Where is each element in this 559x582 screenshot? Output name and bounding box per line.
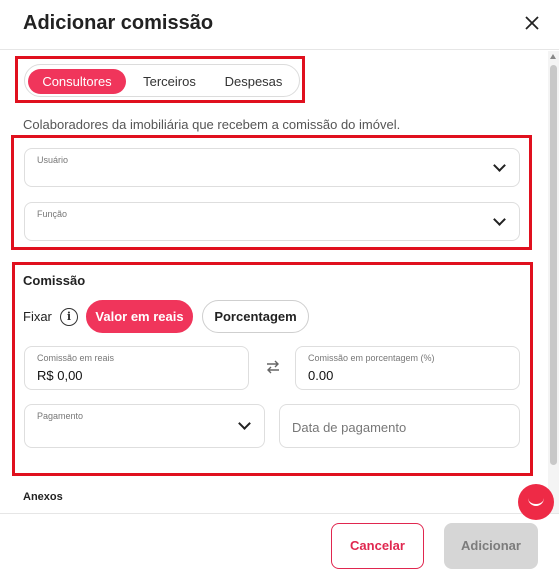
usuario-select[interactable]: Usuário bbox=[24, 148, 520, 187]
valor-em-reais-button[interactable]: Valor em reais bbox=[86, 300, 193, 333]
usuario-label: Usuário bbox=[37, 155, 69, 165]
chevron-down-icon bbox=[493, 159, 506, 172]
category-tabs: Consultores Terceiros Despesas bbox=[24, 64, 300, 97]
modal-header: Adicionar comissão bbox=[0, 0, 559, 50]
info-icon[interactable]: i bbox=[60, 308, 78, 326]
tab-despesas[interactable]: Despesas bbox=[216, 69, 291, 94]
scroll-up-icon[interactable] bbox=[550, 54, 556, 59]
fixar-label: Fixar bbox=[23, 309, 52, 324]
comissao-reais-value: R$ 0,00 bbox=[37, 368, 83, 383]
comissao-reais-input[interactable]: Comissão em reais R$ 0,00 bbox=[24, 346, 249, 390]
chat-smile-icon bbox=[528, 497, 544, 506]
comissao-porcentagem-value: 0.00 bbox=[308, 368, 334, 383]
tab-consultores[interactable]: Consultores bbox=[28, 69, 126, 94]
scrollbar-thumb[interactable] bbox=[550, 65, 557, 465]
description-text: Colaboradores da imobiliária que recebem… bbox=[23, 117, 401, 132]
pagamento-select[interactable]: Pagamento bbox=[24, 404, 265, 448]
scrollbar[interactable] bbox=[548, 51, 559, 513]
chevron-down-icon bbox=[238, 417, 251, 430]
porcentagem-button[interactable]: Porcentagem bbox=[202, 300, 309, 333]
comissao-porcentagem-input[interactable]: Comissão em porcentagem (%) 0.00 bbox=[295, 346, 520, 390]
tab-terceiros[interactable]: Terceiros bbox=[133, 69, 206, 94]
commission-title: Comissão bbox=[23, 273, 86, 288]
funcao-select[interactable]: Função bbox=[24, 202, 520, 241]
swap-arrows-icon bbox=[267, 360, 279, 374]
close-icon[interactable] bbox=[523, 14, 541, 32]
add-commission-modal: Adicionar comissão Consultores Terceiros… bbox=[0, 0, 559, 582]
add-button[interactable]: Adicionar bbox=[444, 523, 538, 569]
comissao-porcentagem-label: Comissão em porcentagem (%) bbox=[308, 353, 435, 363]
modal-title: Adicionar comissão bbox=[23, 12, 214, 34]
chevron-down-icon bbox=[493, 213, 506, 226]
data-pagamento-placeholder: Data de pagamento bbox=[292, 420, 407, 435]
chat-icon[interactable] bbox=[518, 484, 554, 520]
comissao-reais-label: Comissão em reais bbox=[37, 353, 115, 363]
anexos-title: Anexos bbox=[23, 491, 63, 503]
pagamento-label: Pagamento bbox=[37, 411, 84, 421]
funcao-label: Função bbox=[37, 209, 68, 219]
modal-footer: Cancelar Adicionar bbox=[0, 513, 559, 582]
modal-content: Consultores Terceiros Despesas Colaborad… bbox=[0, 51, 548, 513]
cancel-button[interactable]: Cancelar bbox=[331, 523, 424, 569]
data-pagamento-input[interactable]: Data de pagamento bbox=[279, 404, 520, 448]
